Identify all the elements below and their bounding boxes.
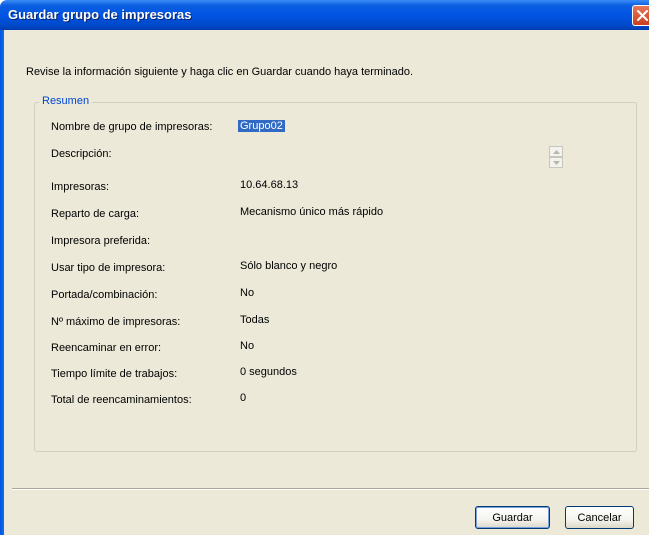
description-scroll-up-button[interactable] (549, 146, 563, 157)
reroute-on-error-value: No (240, 340, 255, 352)
group-name-value[interactable]: Grupo02 (238, 120, 285, 132)
max-printers-value: Todas (240, 314, 270, 326)
printer-type-label: Usar tipo de impresora: (51, 262, 166, 274)
close-icon (637, 10, 648, 21)
total-reroutes-value: 0 (240, 392, 247, 404)
title-bar: Guardar grupo de impresoras (0, 0, 649, 30)
footer-separator (12, 488, 649, 490)
preferred-printer-label: Impresora preferida: (51, 235, 151, 247)
cancel-button[interactable]: Cancelar (565, 506, 634, 529)
total-reroutes-label: Total de reencaminamientos: (51, 394, 192, 406)
description-scroll-down-button[interactable] (549, 157, 563, 168)
arrow-down-icon (553, 161, 560, 165)
description-label: Descripción: (51, 148, 112, 160)
close-button[interactable] (632, 5, 649, 26)
printers-value: 10.64.68.13 (240, 179, 299, 191)
cover-combination-label: Portada/combinación: (51, 289, 158, 301)
job-timeout-label: Tiempo límite de trabajos: (51, 368, 178, 380)
group-name-label: Nombre de grupo de impresoras: (51, 121, 213, 133)
reroute-on-error-label: Reencaminar en error: (51, 342, 162, 354)
printers-label: Impresoras: (51, 181, 110, 193)
load-balancing-value: Mecanismo único más rápido (240, 206, 384, 218)
summary-legend: Resumen (39, 95, 93, 107)
cover-combination-value: No (240, 287, 255, 299)
save-button[interactable]: Guardar (475, 506, 550, 529)
window-title: Guardar grupo de impresoras (8, 7, 192, 22)
arrow-up-icon (553, 150, 560, 154)
job-timeout-value: 0 segundos (240, 366, 297, 378)
instruction-text: Revise la información siguiente y haga c… (26, 66, 414, 78)
load-balancing-label: Reparto de carga: (51, 208, 140, 220)
max-printers-label: Nº máximo de impresoras: (51, 316, 181, 328)
printer-type-value: Sólo blanco y negro (240, 260, 338, 272)
